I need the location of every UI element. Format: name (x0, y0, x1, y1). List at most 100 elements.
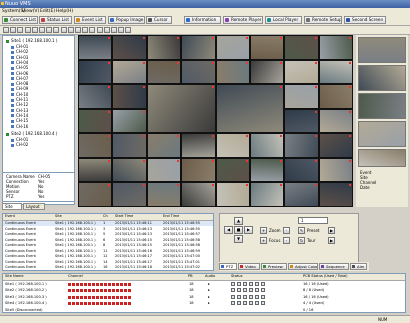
video-tile[interactable] (318, 35, 353, 60)
status-button[interactable] (231, 282, 235, 286)
video-tile[interactable] (112, 133, 147, 158)
preview-camera[interactable] (358, 149, 406, 167)
video-tile[interactable] (215, 84, 285, 134)
status-button[interactable] (261, 294, 265, 299)
layout-12-button[interactable] (82, 27, 89, 33)
tree-camera-item[interactable]: CH-09 (11, 86, 28, 91)
status-button[interactable] (261, 288, 265, 293)
status-button[interactable] (249, 288, 253, 293)
video-tile[interactable] (146, 182, 182, 207)
status-list-button[interactable]: Status List (39, 16, 72, 24)
tree-camera-item[interactable]: CH-06 (11, 71, 28, 76)
layout-14-button[interactable] (96, 27, 103, 33)
col-site-name[interactable]: Site Name (5, 274, 24, 279)
tree-camera-item[interactable]: CH-01 (11, 44, 28, 49)
video-tile[interactable] (284, 108, 319, 134)
col-ch[interactable]: Ch (103, 214, 108, 219)
site-row[interactable]: Site5 (Disconnected) 0 / 16 (3, 307, 405, 312)
cursor-button[interactable]: Cursor (146, 16, 172, 24)
video-tile[interactable] (78, 182, 113, 207)
video-tile[interactable] (318, 157, 353, 183)
tree-camera-item[interactable]: CH-04 (11, 60, 28, 65)
tour-go-button[interactable]: ▶ (328, 237, 335, 244)
video-tile[interactable] (112, 108, 147, 134)
popup-image-button[interactable]: Popup Image (108, 16, 145, 24)
preview-camera[interactable] (358, 121, 406, 147)
preset-select[interactable]: 1 (298, 217, 328, 224)
video-tile[interactable] (78, 35, 113, 60)
event-row[interactable]: Continuous Event Site1 ( 192.168.100.1 ) 1… (3, 260, 213, 265)
information-button[interactable]: Information (184, 16, 221, 24)
tree-camera-item[interactable]: CH-11 (11, 97, 28, 102)
tree-camera-item[interactable]: CH-05 (11, 65, 28, 70)
tree-camera-item[interactable]: CH-02 (11, 49, 28, 54)
video-tile[interactable] (318, 108, 353, 134)
video-tile[interactable] (181, 182, 216, 207)
status-button[interactable] (243, 288, 247, 293)
tour-icon[interactable]: ↻ (298, 237, 305, 244)
video-tile[interactable] (284, 157, 319, 183)
event-row[interactable]: Continuous Event Site1 ( 192.168.100.1 ) 1… (3, 221, 213, 226)
tree-camera-item[interactable]: CH-13 (11, 108, 28, 113)
site-row[interactable]: Site4 ( 192.168.100.4 ) 18 ▸ 4 / 4 (Used) (3, 300, 405, 306)
zoom-out-button[interactable]: - (283, 227, 290, 234)
ptz-up-button[interactable]: ▲ (234, 217, 243, 225)
video-tile[interactable] (112, 59, 147, 85)
video-tile[interactable] (249, 133, 285, 158)
layout-17-button[interactable] (118, 27, 125, 33)
video-tile[interactable] (112, 84, 147, 109)
site-row[interactable]: Site3 ( 192.168.100.3 ) 18 ▸ 16 / 16 (Used) (3, 294, 405, 300)
status-button[interactable] (243, 301, 247, 306)
video-tile[interactable] (284, 59, 319, 85)
status-button[interactable] (231, 294, 235, 299)
site-row[interactable]: Site1 ( 192.168.100.1 ) 18 ▸ 16 / 16 (Used) (3, 281, 405, 287)
layout-6-button[interactable] (39, 27, 45, 33)
video-tile[interactable] (284, 182, 319, 207)
tab-site[interactable]: Site (2, 203, 22, 210)
tree-camera-item[interactable]: CH-01 (11, 137, 28, 142)
video-tile[interactable] (318, 84, 353, 109)
video-tile[interactable] (112, 35, 147, 60)
video-tile[interactable] (78, 84, 113, 109)
video-grid[interactable] (78, 35, 353, 207)
tab-adjust-color[interactable]: Adjust Color (288, 263, 318, 270)
tree-site2[interactable]: Site2 ( 192.168.100.4 ) (6, 131, 57, 136)
remote-player-button[interactable]: Remote Player (223, 16, 263, 24)
col-status[interactable]: Status (231, 274, 242, 279)
layout-15-button[interactable] (103, 27, 110, 33)
video-tile[interactable] (215, 59, 250, 85)
tree-camera-item[interactable]: CH-02 (11, 142, 28, 147)
status-button[interactable] (255, 301, 259, 306)
status-button[interactable] (255, 282, 259, 286)
video-tile[interactable] (318, 133, 353, 158)
status-button[interactable] (249, 301, 253, 306)
video-tile[interactable] (181, 133, 216, 158)
status-button[interactable] (249, 282, 253, 286)
tab-video[interactable]: Video (238, 263, 260, 270)
layout-7-button[interactable] (46, 27, 53, 33)
tree-camera-item[interactable]: CH-14 (11, 113, 28, 118)
local-player-button[interactable]: Local Player (265, 16, 302, 24)
layout-18-button[interactable] (125, 27, 132, 33)
col-site[interactable]: Site (55, 214, 62, 219)
status-button[interactable] (255, 294, 259, 299)
event-list[interactable]: Event Site Ch Start Time End Time Contin… (2, 213, 214, 271)
ptz-home-button[interactable]: ■ (234, 226, 243, 234)
site-status-list[interactable]: Site Name Channel PB Audio Status PCB St… (2, 273, 406, 313)
event-row[interactable]: Continuous Event Site1 ( 192.168.100.1 ) 1… (3, 254, 213, 259)
focus-out-button[interactable]: - (283, 237, 290, 244)
tab-layout[interactable]: Layout (23, 203, 45, 210)
status-button[interactable] (237, 282, 241, 286)
layout-1-button[interactable] (3, 27, 9, 33)
event-row[interactable]: Continuous Event Site1 ( 192.168.100.1 ) 5… (3, 232, 213, 237)
event-row[interactable]: Continuous Event Site1 ( 192.168.100.1 ) 8… (3, 243, 213, 248)
layout-8-button[interactable] (53, 27, 60, 33)
second-screen-button[interactable]: Second Screen (344, 16, 386, 24)
status-button[interactable] (237, 288, 241, 293)
col-event[interactable]: Event (5, 214, 15, 219)
video-tile[interactable] (249, 157, 285, 183)
status-button[interactable] (249, 294, 253, 299)
status-button[interactable] (243, 282, 247, 286)
event-row[interactable]: Continuous Event Site1 ( 192.168.100.1 ) 1… (3, 265, 213, 270)
video-tile[interactable] (249, 35, 285, 60)
